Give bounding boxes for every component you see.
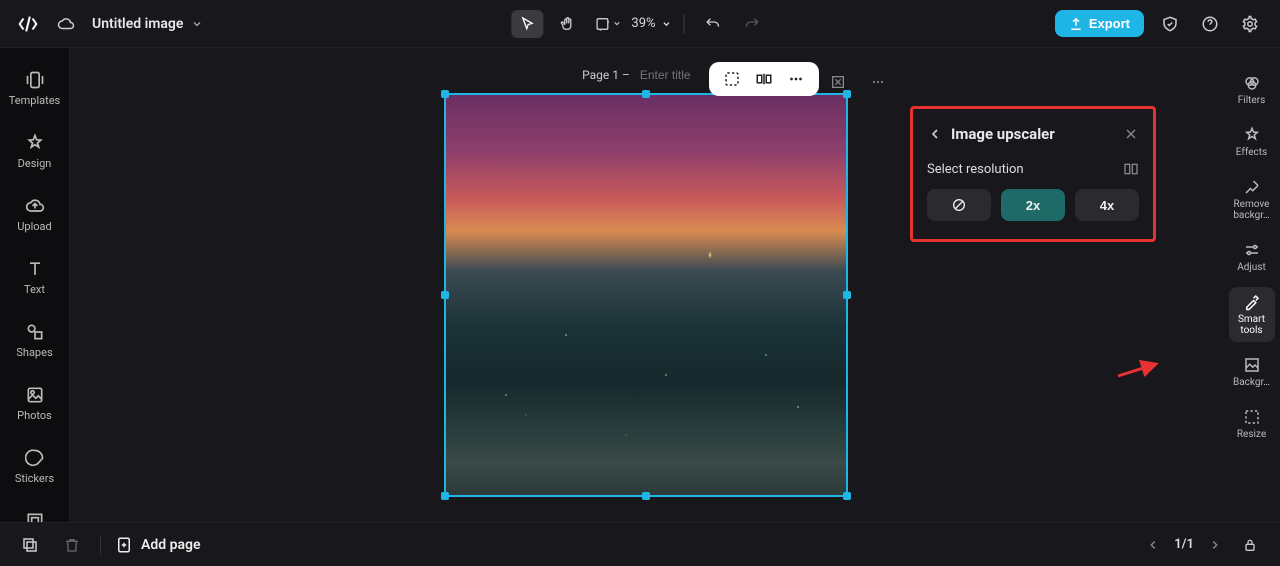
- top-bar: Untitled image 39%: [0, 0, 1280, 48]
- right-sidebar: Filters Effects Remove backgr… Adjust Sm…: [1222, 48, 1280, 522]
- zoom-dropdown[interactable]: 39%: [631, 16, 671, 31]
- lock-icon[interactable]: [1236, 531, 1264, 559]
- cloud-sync-icon[interactable]: [56, 14, 76, 34]
- canvas-image[interactable]: [446, 95, 846, 495]
- delete-page-icon[interactable]: [58, 531, 86, 559]
- shield-icon[interactable]: [1156, 10, 1184, 38]
- resize-handle-t[interactable]: [642, 90, 650, 98]
- resize-handle-br[interactable]: [843, 492, 851, 500]
- export-label: Export: [1089, 16, 1130, 31]
- undo-button[interactable]: [697, 10, 729, 38]
- page-counter: 1/1: [1174, 537, 1194, 552]
- right-item-removebg[interactable]: Remove backgr…: [1229, 172, 1275, 227]
- resize-handle-tl[interactable]: [441, 90, 449, 98]
- sidebar-item-photos[interactable]: Photos: [0, 381, 69, 426]
- sidebar-item-text[interactable]: Text: [0, 255, 69, 300]
- bottom-bar: Add page 1/1: [0, 522, 1280, 566]
- document-title-dropdown[interactable]: Untitled image: [92, 16, 203, 32]
- redo-button[interactable]: [737, 10, 769, 38]
- canvas-more-icon[interactable]: [864, 68, 892, 96]
- crop-icon[interactable]: [723, 70, 741, 88]
- sidebar-item-shapes[interactable]: Shapes: [0, 318, 69, 363]
- right-item-adjust[interactable]: Adjust: [1229, 235, 1275, 279]
- help-icon[interactable]: [1196, 10, 1224, 38]
- hand-tool-button[interactable]: [551, 10, 583, 38]
- right-item-resize[interactable]: Resize: [1229, 402, 1275, 446]
- canvas-tools: 39%: [511, 10, 768, 38]
- document-title: Untitled image: [92, 16, 183, 32]
- zoom-value: 39%: [631, 16, 655, 31]
- resize-handle-b[interactable]: [642, 492, 650, 500]
- resize-handle-r[interactable]: [843, 291, 851, 299]
- resolution-4x-button[interactable]: 4x: [1075, 189, 1139, 221]
- sidebar-item-design[interactable]: Design: [0, 129, 69, 174]
- settings-icon[interactable]: [1236, 10, 1264, 38]
- right-item-background[interactable]: Backgr…: [1229, 350, 1275, 394]
- page-number-label: Page 1 –: [582, 68, 630, 82]
- upscaler-close-button[interactable]: [1123, 126, 1139, 142]
- sidebar-item-stickers[interactable]: Stickers: [0, 444, 69, 489]
- resolution-none-button[interactable]: [927, 189, 991, 221]
- expand-canvas-icon[interactable]: [824, 68, 852, 96]
- right-item-smarttools[interactable]: Smart tools: [1229, 287, 1275, 342]
- select-tool-button[interactable]: [511, 10, 543, 38]
- add-page-button[interactable]: Add page: [115, 536, 200, 554]
- selection-toolbar: [709, 62, 819, 96]
- resolution-2x-button[interactable]: 2x: [1001, 189, 1065, 221]
- prev-page-button[interactable]: [1146, 538, 1160, 552]
- chevron-down-icon: [191, 18, 203, 30]
- flip-icon[interactable]: [755, 70, 773, 88]
- next-page-button[interactable]: [1208, 538, 1222, 552]
- sidebar-item-upload[interactable]: Upload: [0, 192, 69, 237]
- sidebar-item-templates[interactable]: Templates: [0, 66, 69, 111]
- upscaler-title: Image upscaler: [951, 125, 1055, 143]
- image-upscaler-panel: Image upscaler Select resolution 2x: [910, 106, 1156, 242]
- compare-icon[interactable]: [1123, 161, 1139, 177]
- app-logo-icon[interactable]: [16, 12, 40, 36]
- selected-image-frame[interactable]: [444, 93, 848, 497]
- more-options-icon[interactable]: [787, 70, 805, 88]
- upscaler-subtitle: Select resolution: [927, 162, 1024, 177]
- canvas-area: Page 1 –: [70, 48, 1222, 522]
- export-button[interactable]: Export: [1055, 10, 1144, 37]
- upscaler-back-button[interactable]: [927, 126, 943, 142]
- page-title-input[interactable]: [640, 68, 710, 82]
- resize-handle-bl[interactable]: [441, 492, 449, 500]
- layers-icon[interactable]: [16, 531, 44, 559]
- annotation-arrow: [1116, 360, 1160, 380]
- crop-tool-dropdown[interactable]: [591, 10, 623, 38]
- right-item-effects[interactable]: Effects: [1229, 120, 1275, 164]
- resize-handle-l[interactable]: [441, 291, 449, 299]
- right-item-filters[interactable]: Filters: [1229, 68, 1275, 112]
- left-sidebar: Templates Design Upload Text Shapes Phot…: [0, 48, 70, 522]
